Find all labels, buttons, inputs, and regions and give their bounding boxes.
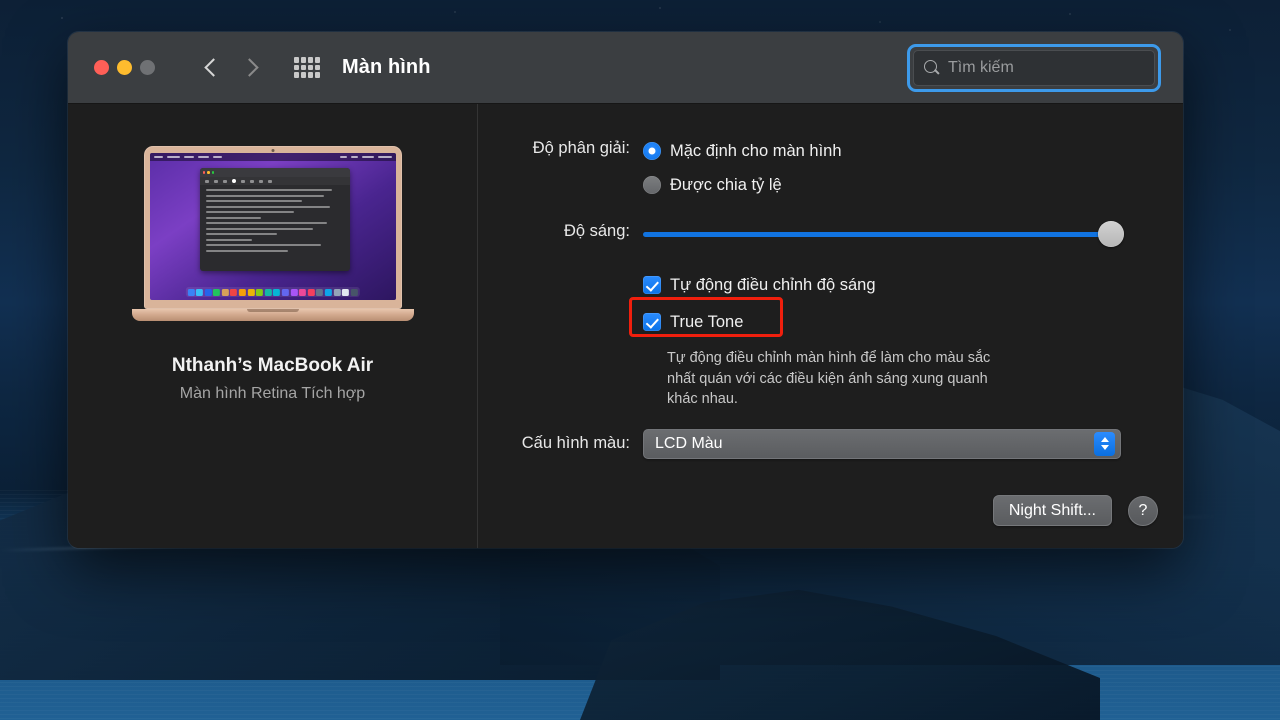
help-button[interactable]: ?: [1128, 495, 1158, 526]
color-profile-select[interactable]: LCD Màu: [643, 428, 1121, 459]
preview-menubar: [149, 153, 396, 161]
brightness-label: Độ sáng:: [563, 222, 630, 240]
color-profile-row: Cấu hình màu: LCD Màu: [478, 428, 1183, 459]
search-focus-ring: Tìm kiếm: [907, 43, 1161, 92]
checkbox-checked-icon: [643, 276, 661, 294]
true-tone-group: True Tone: [629, 297, 783, 337]
displays-preferences-window: Màn hình Tìm kiếm Nthanh’s MacBook Air M…: [68, 32, 1183, 548]
macbook-notch: [246, 309, 299, 312]
checkbox-auto-brightness[interactable]: Tự động điều chỉnh độ sáng: [643, 272, 1183, 298]
close-button[interactable]: [94, 60, 109, 75]
grid-view-icon[interactable]: [294, 57, 320, 78]
device-subtitle: Màn hình Retina Tích hợp: [179, 385, 366, 402]
page-title: Màn hình: [342, 56, 431, 78]
radio-default-for-display[interactable]: Mặc định cho màn hình: [643, 138, 1183, 164]
checkbox-true-tone[interactable]: True Tone: [643, 309, 743, 335]
radio-scaled[interactable]: Được chia tỷ lệ: [643, 172, 1183, 198]
chevron-right-icon[interactable]: [243, 57, 256, 79]
chevron-up-down-icon[interactable]: [1094, 431, 1115, 456]
preview-app-window: [199, 168, 350, 271]
brightness-slider-fill: [643, 231, 1121, 237]
display-preview-pane: Nthanh’s MacBook Air Màn hình Retina Tíc…: [68, 104, 478, 548]
checkbox-checked-icon: [643, 313, 661, 331]
chevron-left-icon[interactable]: [205, 57, 218, 79]
search-input[interactable]: Tìm kiếm: [913, 49, 1155, 86]
macbook-base: [131, 309, 414, 321]
window-body: Nthanh’s MacBook Air Màn hình Retina Tíc…: [68, 104, 1183, 548]
radio-label: Được chia tỷ lệ: [670, 175, 782, 194]
macbook-screen: [149, 153, 396, 300]
display-checkboxes: Tự động điều chỉnh độ sáng True Tone: [478, 272, 1183, 337]
radio-label: Mặc định cho màn hình: [670, 141, 842, 160]
navigation-arrows: [205, 57, 256, 79]
checkbox-label: True Tone: [670, 312, 744, 331]
macbook-air-illustration: [131, 146, 414, 321]
true-tone-description: Tự động điều chỉnh màn hình để làm cho m…: [667, 350, 991, 408]
device-name: Nthanh’s MacBook Air: [171, 355, 374, 376]
resolution-label: Độ phân giải:: [532, 139, 630, 157]
chevron-down-icon: [1100, 445, 1109, 451]
macbook-lid: [143, 146, 402, 309]
traffic-light-buttons: [94, 60, 155, 75]
preview-app-text: [200, 185, 350, 256]
camera-icon: [271, 149, 274, 152]
preview-dock: [185, 287, 360, 297]
search-placeholder: Tìm kiếm: [948, 58, 1014, 76]
window-titlebar: Màn hình Tìm kiếm: [68, 32, 1183, 104]
resolution-options: Mặc định cho màn hình Được chia tỷ lệ: [643, 138, 1183, 198]
radio-selected-icon: [643, 142, 661, 160]
search-icon: [924, 60, 939, 75]
night-shift-button[interactable]: Night Shift...: [992, 495, 1112, 526]
color-profile-value: LCD Màu: [655, 434, 723, 452]
preview-app-titlebar: [199, 168, 350, 177]
brightness-slider-knob[interactable]: [1098, 221, 1124, 247]
color-profile-label: Cấu hình màu:: [521, 434, 630, 453]
checkbox-label: Tự động điều chỉnh độ sáng: [670, 275, 876, 294]
brightness-row: Độ sáng:: [478, 221, 1183, 247]
zoom-button[interactable]: [140, 60, 155, 75]
brightness-slider[interactable]: [643, 221, 1124, 247]
footer-actions: Night Shift... ?: [992, 495, 1158, 526]
minimize-button[interactable]: [117, 60, 132, 75]
preview-app-toolbar: [199, 177, 350, 185]
chevron-up-icon: [1100, 437, 1109, 443]
radio-unselected-icon: [643, 176, 661, 194]
resolution-row: Độ phân giải: Mặc định cho màn hình Được…: [478, 138, 1183, 198]
display-settings-pane: Độ phân giải: Mặc định cho màn hình Được…: [478, 104, 1183, 548]
